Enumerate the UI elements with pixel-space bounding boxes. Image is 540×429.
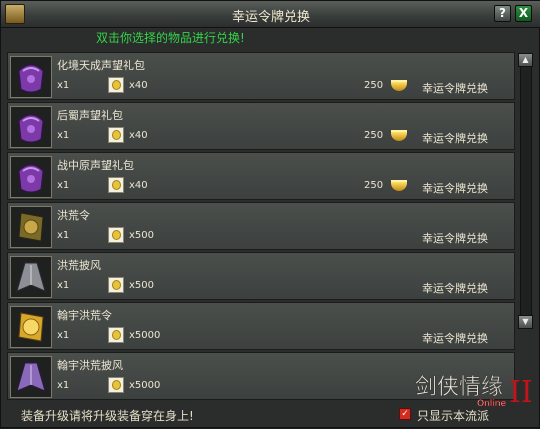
token-cost: x40 xyxy=(129,180,148,191)
gold-ingot-icon xyxy=(391,80,407,91)
item-name: 化境天成声望礼包 xyxy=(57,59,145,72)
gold-ingot-icon xyxy=(391,180,407,191)
purple-cape-icon xyxy=(10,356,52,398)
lucky-token-icon xyxy=(108,177,124,193)
item-name: 战中原声望礼包 xyxy=(57,159,134,172)
scrollbar[interactable] xyxy=(520,53,532,329)
item-list: 化境天成声望礼包 x1 x40 250 幸运令牌兑换 后蜀声望礼包 x1 x40… xyxy=(7,52,515,402)
scroll-down-icon[interactable]: ▼ xyxy=(518,315,533,329)
item-quantity: x1 xyxy=(57,130,70,141)
grey-cape-icon xyxy=(10,256,52,298)
item-name: 洪荒令 xyxy=(57,209,90,222)
checkbox-label[interactable]: 只显示本流派 xyxy=(417,407,489,424)
window-title: 幸运令牌兑换 xyxy=(231,10,310,25)
bronze-token-icon xyxy=(10,206,52,248)
item-name: 后蜀声望礼包 xyxy=(57,109,123,122)
item-quantity: x1 xyxy=(57,280,70,291)
gold-cost: 250 xyxy=(364,80,384,91)
list-item[interactable]: 化境天成声望礼包 x1 x40 250 幸运令牌兑换 xyxy=(7,52,515,100)
exchange-button[interactable]: 幸运令牌兑换 xyxy=(422,330,488,346)
purple-bag-icon xyxy=(10,106,52,148)
upgrade-tip: 装备升级请将升级装备穿在身上! xyxy=(21,409,194,423)
gold-ingot-icon xyxy=(391,130,407,141)
exchange-button[interactable]: 幸运令牌兑换 xyxy=(422,180,488,196)
item-quantity: x1 xyxy=(57,330,70,341)
list-item[interactable]: 洪荒令 x1 x500 幸运令牌兑换 xyxy=(7,202,515,250)
exchange-button[interactable]: 幸运令牌兑换 xyxy=(422,80,488,96)
purple-bag-icon xyxy=(10,156,52,198)
token-cost: x500 xyxy=(129,230,155,241)
close-button[interactable]: X xyxy=(515,5,532,22)
lucky-token-icon xyxy=(108,77,124,93)
gold-token-icon xyxy=(10,306,52,348)
purple-bag-icon xyxy=(10,56,52,98)
token-cost: x5000 xyxy=(129,330,161,341)
scroll-up-icon[interactable]: ▲ xyxy=(518,53,533,67)
token-cost: x40 xyxy=(129,80,148,91)
token-cost: x40 xyxy=(129,130,148,141)
lucky-token-icon xyxy=(108,127,124,143)
gold-cost: 250 xyxy=(364,130,384,141)
title-bar[interactable]: 幸运令牌兑换 ? X xyxy=(1,1,540,28)
show-school-only-checkbox[interactable]: ✓ xyxy=(399,408,411,420)
lucky-token-icon xyxy=(108,277,124,293)
instruction-text: 双击你选择的物品进行兑换! xyxy=(96,31,245,45)
list-item[interactable]: 翰宇洪荒令 x1 x5000 幸运令牌兑换 xyxy=(7,302,515,350)
exchange-button[interactable]: 幸运令牌兑换 xyxy=(422,230,488,246)
list-item[interactable]: 战中原声望礼包 x1 x40 250 幸运令牌兑换 xyxy=(7,152,515,200)
list-item[interactable]: 洪荒披风 x1 x500 幸运令牌兑换 xyxy=(7,252,515,300)
item-quantity: x1 xyxy=(57,180,70,191)
item-quantity: x1 xyxy=(57,80,70,91)
svg-text:剑侠情缘: 剑侠情缘 xyxy=(415,375,503,400)
list-item[interactable]: 后蜀声望礼包 x1 x40 250 幸运令牌兑换 xyxy=(7,102,515,150)
exchange-button[interactable]: 幸运令牌兑换 xyxy=(422,130,488,146)
gold-cost: 250 xyxy=(364,180,384,191)
item-name: 洪荒披风 xyxy=(57,259,101,272)
help-button[interactable]: ? xyxy=(494,5,511,22)
item-name: 翰宇洪荒披风 xyxy=(57,359,123,372)
item-name: 翰宇洪荒令 xyxy=(57,309,112,322)
item-quantity: x1 xyxy=(57,230,70,241)
exchange-window: 幸运令牌兑换 ? X 双击你选择的物品进行兑换! 化境天成声望礼包 x1 x40… xyxy=(0,0,540,428)
token-cost: x5000 xyxy=(129,380,161,391)
lucky-token-icon xyxy=(108,377,124,393)
token-cost: x500 xyxy=(129,280,155,291)
lucky-token-icon xyxy=(108,327,124,343)
lucky-token-icon xyxy=(108,227,124,243)
exchange-button[interactable]: 幸运令牌兑换 xyxy=(422,280,488,296)
footer-bar: 装备升级请将升级装备穿在身上! ✓ 只显示本流派 xyxy=(1,403,540,429)
item-quantity: x1 xyxy=(57,380,70,391)
